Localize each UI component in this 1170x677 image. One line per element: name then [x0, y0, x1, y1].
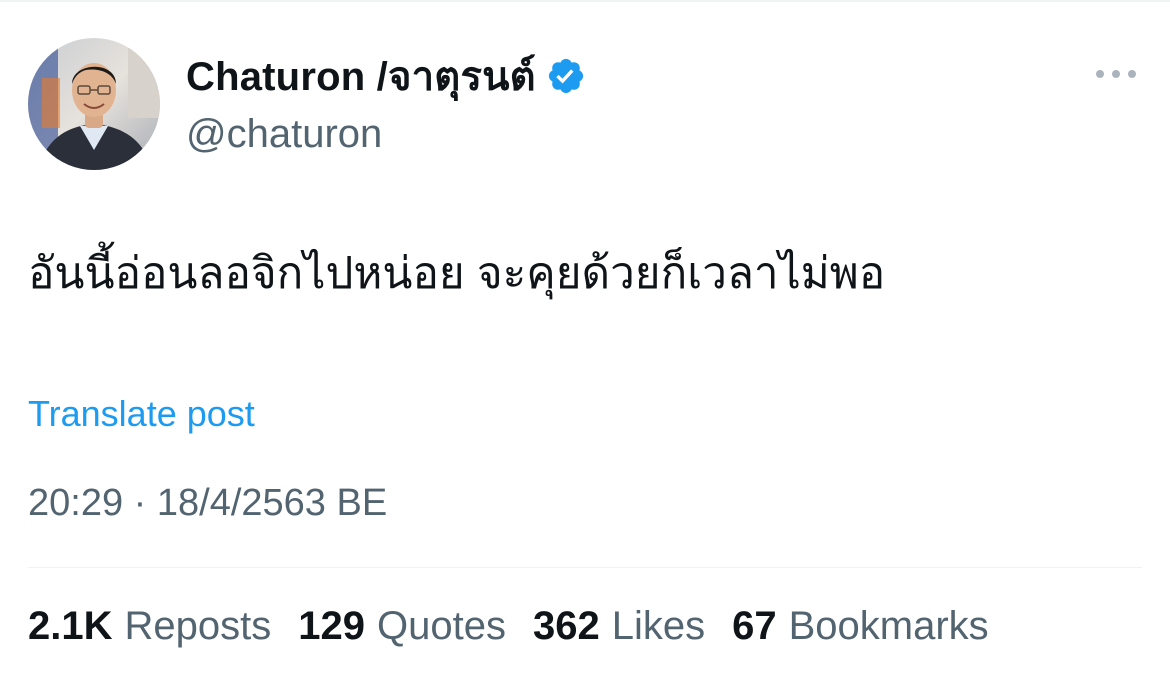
verified-badge-icon[interactable]: [546, 56, 586, 96]
avatar-photo: [28, 38, 160, 170]
post-header: Chaturon /จาตุรนต์ @chaturon: [28, 36, 1140, 172]
stat-likes[interactable]: 362 Likes: [533, 604, 705, 649]
stat-reposts[interactable]: 2.1K Reposts: [28, 604, 271, 649]
quotes-label: Quotes: [377, 604, 506, 648]
quotes-count: 129: [298, 604, 365, 648]
stat-quotes[interactable]: 129 Quotes: [298, 604, 506, 649]
top-divider: [0, 0, 1170, 2]
avatar[interactable]: [28, 38, 160, 170]
more-options-icon[interactable]: [1092, 64, 1140, 84]
likes-count: 362: [532, 604, 600, 648]
display-name-row: Chaturon /จาตุรนต์: [186, 50, 586, 102]
translate-post-link[interactable]: Translate post: [28, 393, 255, 435]
likes-label: Likes: [611, 604, 706, 648]
display-name[interactable]: Chaturon /จาตุรนต์: [186, 44, 536, 108]
handle[interactable]: @chaturon: [186, 112, 586, 157]
bookmarks-count: 67: [732, 604, 777, 648]
reposts-count: 2.1K: [28, 604, 113, 648]
bookmarks-label: Bookmarks: [788, 604, 989, 648]
post-timestamp[interactable]: 20:29 · 18/4/2563 BE: [28, 482, 387, 525]
stat-bookmarks[interactable]: 67 Bookmarks: [732, 604, 989, 649]
post-text: อันนี้อ่อนลอจิกไปหน่อย จะคุยด้วยก็เวลาไม…: [28, 249, 886, 298]
author-names: Chaturon /จาตุรนต์ @chaturon: [186, 50, 586, 157]
stats-divider: [28, 567, 1142, 568]
engagement-stats: 2.1K Reposts 129 Quotes 362 Likes 67 Boo…: [28, 604, 989, 649]
reposts-label: Reposts: [124, 604, 272, 648]
